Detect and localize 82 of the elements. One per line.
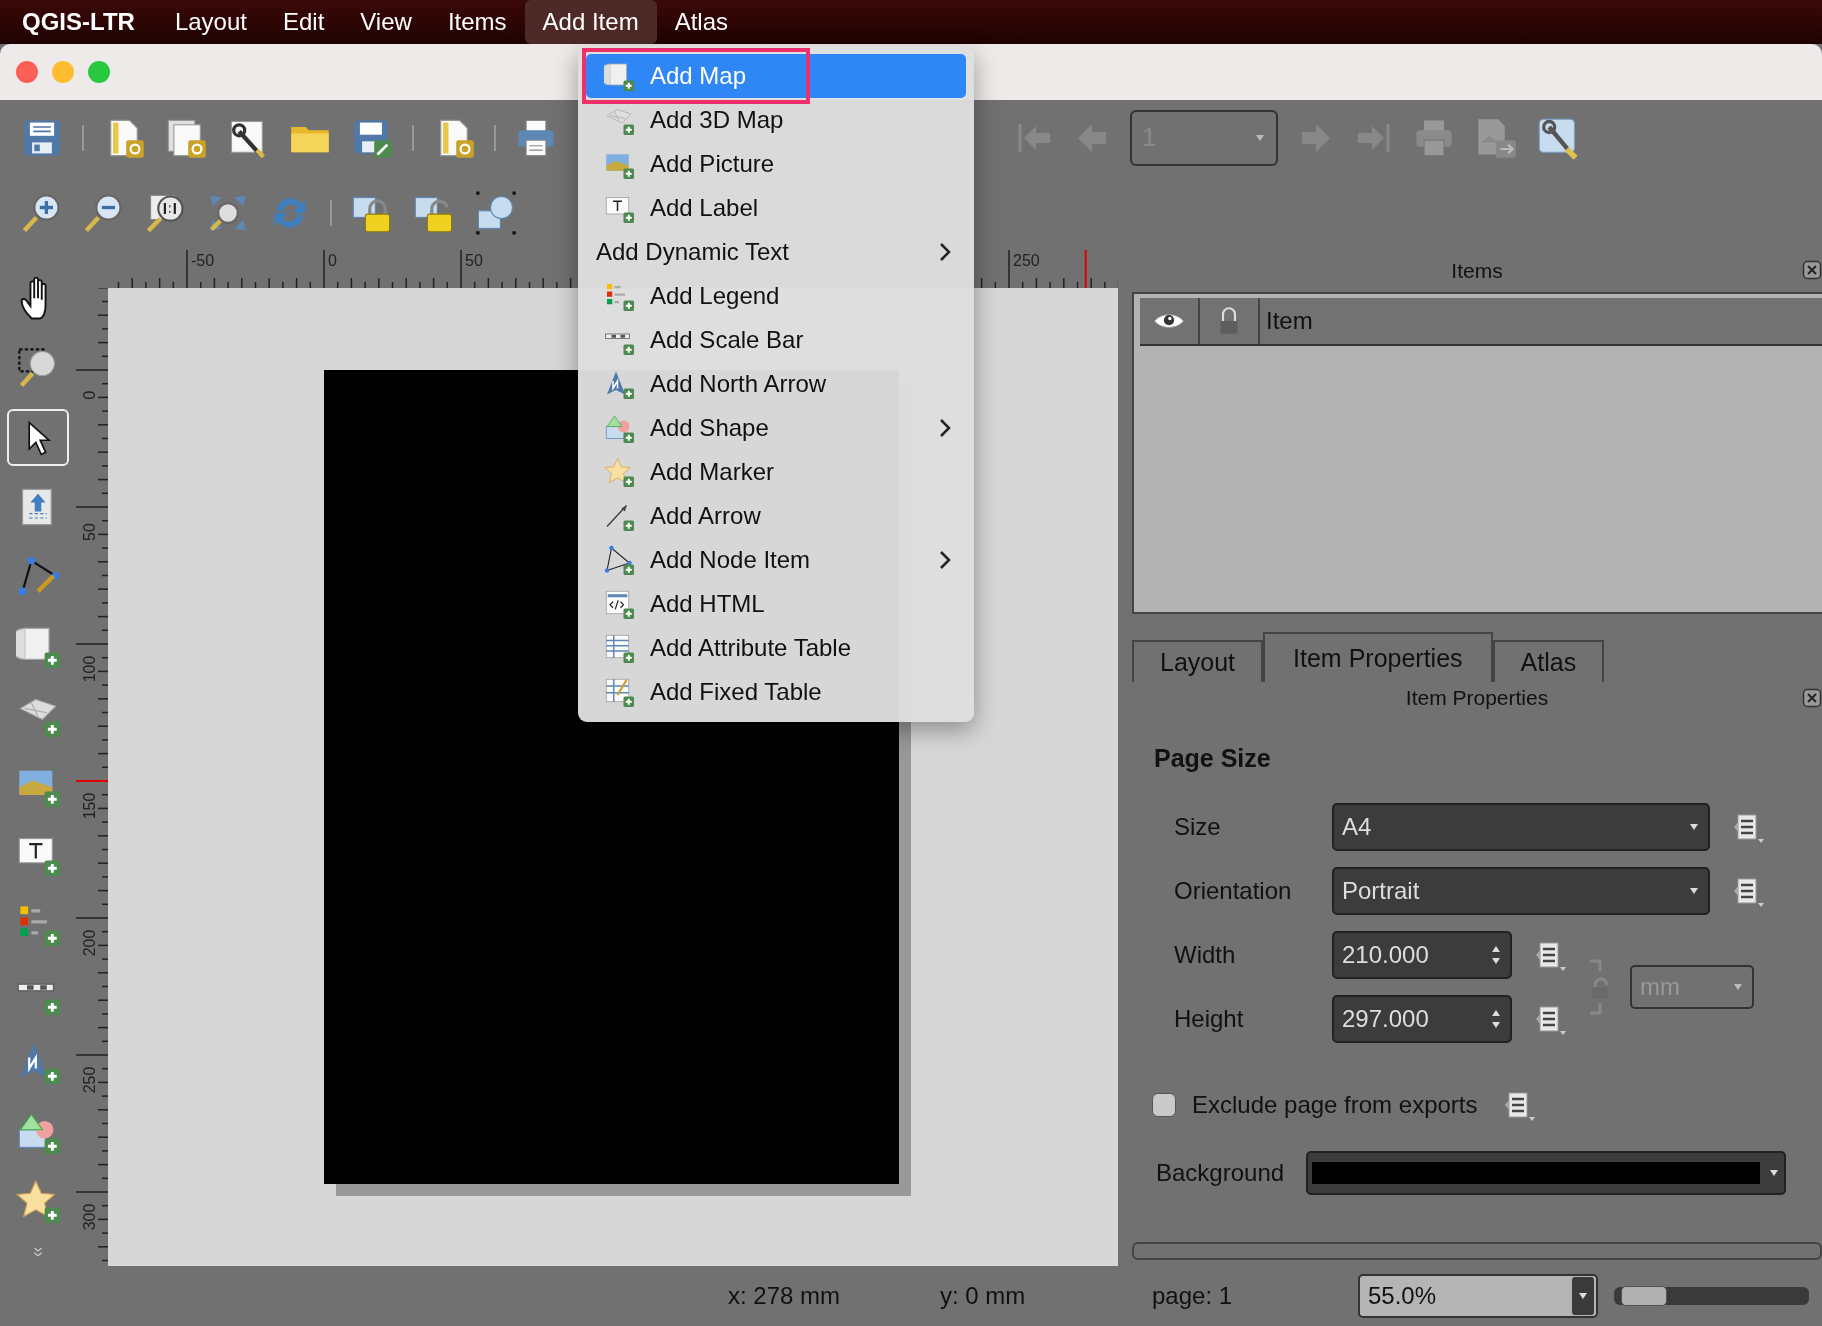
field-label: Orientation — [1173, 877, 1293, 905]
y-coordinate: y: 0 mm — [940, 1282, 1027, 1310]
menu-item[interactable]: Layout — [156, 0, 265, 44]
add-marker-icon — [16, 1179, 60, 1224]
x-coordinate: x: 278 mm — [728, 1282, 842, 1310]
caret-icon — [1732, 982, 1744, 992]
menu-item[interactable]: Add Fixed Table — [586, 670, 966, 714]
panel-title: Item Properties — [1405, 686, 1549, 710]
tab[interactable]: Atlas — [1492, 640, 1605, 682]
field-label: Size — [1173, 813, 1222, 841]
checkbox-label: Exclude page from exports — [1192, 1091, 1478, 1119]
ruler-label: 50 — [81, 522, 99, 543]
caret-icon — [1688, 886, 1700, 896]
height-spinbox[interactable]: 297.000 — [1332, 995, 1512, 1043]
field-label: Width — [1173, 941, 1237, 969]
color-button[interactable] — [1306, 1151, 1786, 1195]
horizontal-scrollbar[interactable] — [1132, 1242, 1822, 1260]
caret-icon — [1577, 1291, 1589, 1301]
ruler-label: 0 — [328, 252, 337, 270]
menu-item[interactable]: Add Attribute Table — [586, 626, 966, 670]
field-label: Background — [1155, 1159, 1286, 1187]
menu-item[interactable]: Add Picture — [586, 142, 966, 186]
submenu-chevron-icon — [938, 241, 952, 263]
ruler-label: 250 — [1013, 252, 1040, 270]
ruler-label: 300 — [81, 1202, 99, 1233]
ruler-label: 50 — [465, 252, 483, 270]
close-icon[interactable] — [1802, 260, 1822, 280]
caret-icon — [1254, 132, 1266, 143]
menu-item[interactable]: Edit — [264, 0, 343, 44]
caret-icon — [1688, 822, 1700, 832]
zoom-combo[interactable]: 55.0% — [1358, 1274, 1598, 1318]
caret-icon — [1768, 1168, 1780, 1178]
tab[interactable]: Item Properties — [1263, 632, 1493, 682]
page-number: page: 1 — [1152, 1282, 1234, 1310]
zoom-slider[interactable] — [1614, 1287, 1809, 1305]
table-pencil-icon — [604, 677, 634, 707]
checkbox[interactable] — [1152, 1093, 1176, 1117]
html-icon — [604, 589, 634, 619]
menu-item[interactable]: Add Dynamic Text — [586, 230, 966, 274]
menu-item[interactable]: Add Label — [586, 186, 966, 230]
submenu-chevron-icon — [938, 417, 952, 439]
menu-item[interactable]: Items — [429, 0, 525, 44]
shape-icon — [604, 413, 634, 443]
menu-item[interactable]: Add Map — [586, 54, 966, 98]
menu-item[interactable]: Add Node Item — [586, 538, 966, 582]
legend-icon — [604, 281, 634, 311]
menu-item[interactable]: Add North Arrow — [586, 362, 966, 406]
ruler-label: -50 — [191, 252, 215, 270]
menu-item[interactable]: Add Arrow — [586, 494, 966, 538]
section-heading: Page Size — [1154, 744, 1272, 773]
ruler-label: 100 — [81, 654, 99, 685]
tab[interactable]: Layout — [1132, 640, 1264, 682]
slider-thumb[interactable] — [1621, 1286, 1668, 1306]
submenu-chevron-icon — [938, 549, 952, 571]
menu-item[interactable]: Add Shape — [586, 406, 966, 450]
menu-item[interactable]: Atlas — [656, 0, 746, 44]
menu-item[interactable]: Add Item — [524, 0, 657, 44]
size-dropdown[interactable]: A4 — [1332, 803, 1710, 851]
tool-button[interactable] — [7, 408, 69, 467]
nodes-icon — [604, 545, 634, 575]
select-all-icon[interactable] — [474, 190, 518, 235]
orientation-dropdown[interactable]: Portrait — [1332, 867, 1710, 915]
ruler-label: 250 — [81, 1065, 99, 1096]
close-button[interactable] — [16, 61, 38, 83]
close-icon[interactable] — [1802, 688, 1822, 708]
app-name: QGIS-LTR — [22, 8, 135, 36]
map-page-icon — [604, 61, 634, 91]
menu-item[interactable]: Add HTML — [586, 582, 966, 626]
ruler-label: 0 — [81, 389, 99, 402]
menu-item[interactable]: Add 3D Map — [586, 98, 966, 142]
menu-item[interactable]: View — [342, 0, 430, 44]
menu-item[interactable]: Add Marker — [586, 450, 966, 494]
menu-item[interactable]: Add Legend — [586, 274, 966, 318]
width-spinbox[interactable]: 210.000 — [1332, 931, 1512, 979]
menu-item[interactable]: Add Scale Bar — [586, 318, 966, 362]
table-icon — [604, 633, 634, 663]
panel-title: Items — [1451, 259, 1503, 283]
field-label: Height — [1173, 1005, 1245, 1033]
star-icon — [604, 457, 634, 487]
column-header[interactable]: Item — [1260, 298, 1313, 344]
ruler-label: 200 — [81, 928, 99, 959]
ruler-label: 150 — [81, 791, 99, 822]
